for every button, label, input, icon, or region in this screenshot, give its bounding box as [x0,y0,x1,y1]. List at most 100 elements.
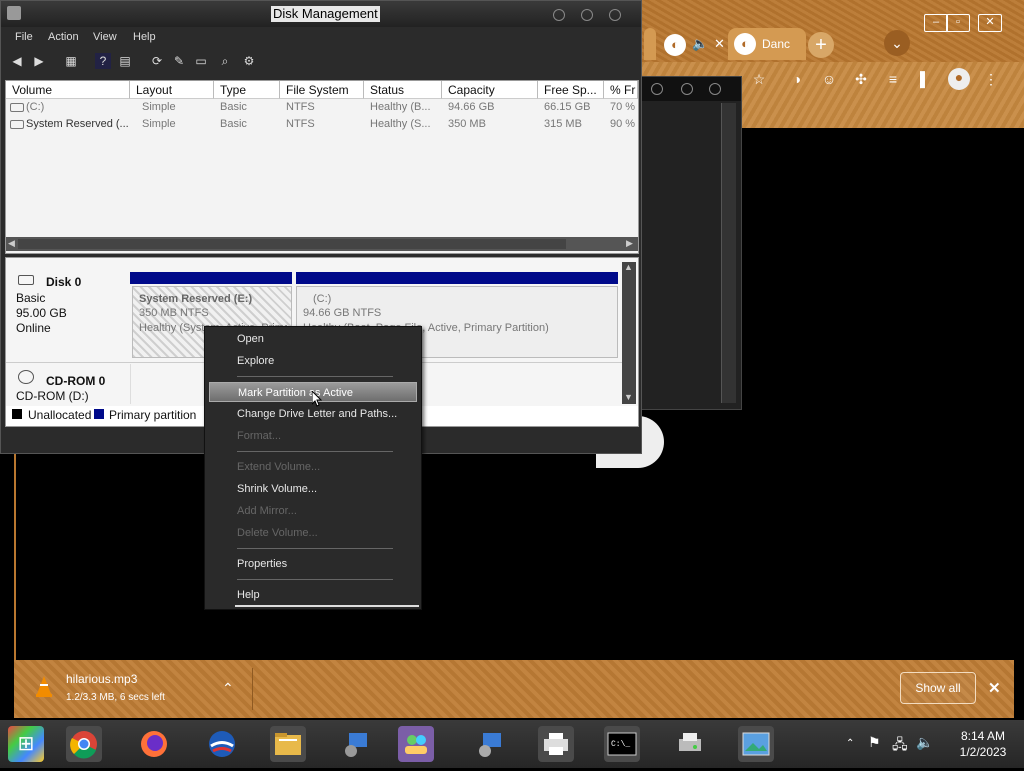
table-cell: System Reserved (... [26,118,129,130]
menu-action[interactable]: Action [48,31,79,43]
table-cell: Healthy (B... [370,101,431,113]
table-row[interactable]: System Reserved (... Simple Basic NTFS H… [6,116,638,133]
start-button-icon[interactable]: ⊞ [8,726,44,762]
app-icon[interactable] [7,6,21,20]
title-bar[interactable]: Disk Management [1,1,641,27]
new-tab-icon[interactable]: + [808,32,834,58]
firefox-taskbar-icon[interactable] [136,726,172,762]
printer-taskbar-icon[interactable] [538,726,574,762]
column-header-percent-free[interactable]: % Fr [604,81,638,99]
side-panel-icon[interactable]: ▌ [916,70,934,88]
network-icon[interactable]: 🖧 [892,734,908,758]
users-taskbar-icon[interactable] [398,726,434,762]
cdrom-name: CD-ROM 0 [46,374,106,388]
vertical-scrollbar[interactable]: ▲ ▼ [622,262,636,404]
forward-arrow-icon[interactable]: ▶ [31,53,47,69]
system-clock[interactable]: 8:14 AM 1/2/2023 [948,728,1018,760]
open-folder-icon[interactable]: ▭ [193,53,209,69]
menu-item-explore[interactable]: Explore [205,351,421,371]
audio-icon[interactable]: 🔈 [692,36,708,52]
horizontal-scrollbar[interactable]: ◀ ▶ [6,237,638,251]
more-menu-icon[interactable]: ⋮ [982,70,1000,88]
close-icon[interactable] [609,9,621,21]
search-icon[interactable]: ⌕ [217,53,233,69]
clock-date: 1/2/2023 [959,745,1007,759]
cdrom-icon [18,370,34,384]
column-header-type[interactable]: Type [214,81,280,99]
column-header-volume[interactable]: Volume [6,81,130,99]
properties-icon[interactable]: ✎ [171,53,187,69]
scroll-down-icon[interactable]: ▼ [624,392,633,402]
maximize-icon[interactable] [581,9,593,21]
network-tool-taskbar-icon[interactable] [338,726,374,762]
download-bar: hilarious.mp3 1.2/3.3 MB, 6 secs left ⌃ … [14,660,1014,718]
settings-icon[interactable]: ⚙ [241,53,257,69]
minimize-icon[interactable] [553,9,565,21]
table-cell: NTFS [286,118,315,130]
close-download-bar-icon[interactable]: ✕ [988,679,1001,697]
window-control-icon[interactable] [651,83,663,95]
refresh-icon[interactable]: ⟳ [149,53,165,69]
menu-item-help[interactable]: Help [205,585,421,605]
command-prompt-taskbar-icon[interactable]: C:\_ [604,726,640,762]
extension-icon[interactable]: ◑ [788,70,806,88]
legend-swatch-unallocated [12,409,22,419]
browser-taskbar-icon[interactable] [204,726,240,762]
puzzle-icon[interactable]: ✣ [852,70,870,88]
window-control-icon[interactable] [681,83,693,95]
scroll-right-icon[interactable]: ▶ [626,238,633,249]
remote-desktop-taskbar-icon[interactable] [472,726,508,762]
disk-management-taskbar-icon[interactable] [672,726,708,762]
back-arrow-icon[interactable]: ◀ [9,53,25,69]
scroll-left-icon[interactable]: ◀ [8,238,15,249]
chevron-up-icon[interactable]: ⌃ [222,680,234,697]
menu-item-shrink-volume[interactable]: Shrink Volume... [205,479,421,499]
column-header-free-space[interactable]: Free Sp... [538,81,604,99]
menu-item-change-drive-letter[interactable]: Change Drive Letter and Paths... [205,404,421,424]
show-all-button[interactable]: Show all [900,672,976,704]
column-header-layout[interactable]: Layout [130,81,214,99]
menu-item-extend-volume: Extend Volume... [237,461,321,473]
table-row[interactable]: (C:) Simple Basic NTFS Healthy (B... 94.… [6,99,638,116]
action-center-flag-icon[interactable]: ⚑ [868,734,881,751]
tab-search-chevron-icon[interactable]: ⌄ [884,30,910,56]
close-icon[interactable]: ✕ [978,14,1002,32]
menu-view[interactable]: View [93,31,117,43]
profile-icon[interactable]: ● [948,68,970,90]
svg-text:C:\_: C:\_ [611,740,630,749]
column-header-status[interactable]: Status [364,81,442,99]
table-cell: Simple [142,101,176,113]
cdrom-drive: CD-ROM (D:) [16,389,89,403]
download-filename[interactable]: hilarious.mp3 [66,672,137,686]
close-tab-icon[interactable]: ✕ [714,36,725,52]
disk-size: 95.00 GB [16,306,67,320]
volume-icon[interactable]: 🔈 [916,734,933,751]
menu-file[interactable]: File [15,31,33,43]
console-tree-icon[interactable]: ▦ [63,53,79,69]
minimize-icon[interactable]: – [924,14,948,32]
menu-item-open[interactable]: Open [205,329,421,349]
bookmark-star-icon[interactable]: ☆ [750,70,768,88]
window-control-icon[interactable] [709,83,721,95]
chrome-tab-active[interactable]: ◐ Danc [728,28,806,60]
maximize-icon[interactable]: ▫ [946,14,970,32]
scroll-up-icon[interactable]: ▲ [624,262,633,272]
photo-viewer-taskbar-icon[interactable] [738,726,774,762]
column-header-filesystem[interactable]: File System [280,81,364,99]
menu-help[interactable]: Help [133,31,156,43]
menu-bar: File Action View Help [1,29,641,47]
reading-list-icon[interactable]: ≡ [884,70,902,88]
partition-label: System Reserved (E:) [139,293,253,305]
menu-item-properties[interactable]: Properties [205,554,421,574]
show-hidden-icons-chevron-icon[interactable]: ⌃ [846,738,854,749]
scrollbar-thumb[interactable] [18,239,566,249]
chrome-tab-partial[interactable] [644,28,656,60]
vertical-scrollbar[interactable] [721,103,736,403]
extension-avatar-icon[interactable]: ☺ [820,70,838,88]
action-pane-icon[interactable]: ▤ [117,53,133,69]
help-icon[interactable]: ? [95,53,111,69]
table-cell: 350 MB [448,118,486,130]
column-header-capacity[interactable]: Capacity [442,81,538,99]
chrome-taskbar-icon[interactable] [66,726,102,762]
file-explorer-taskbar-icon[interactable] [270,726,306,762]
